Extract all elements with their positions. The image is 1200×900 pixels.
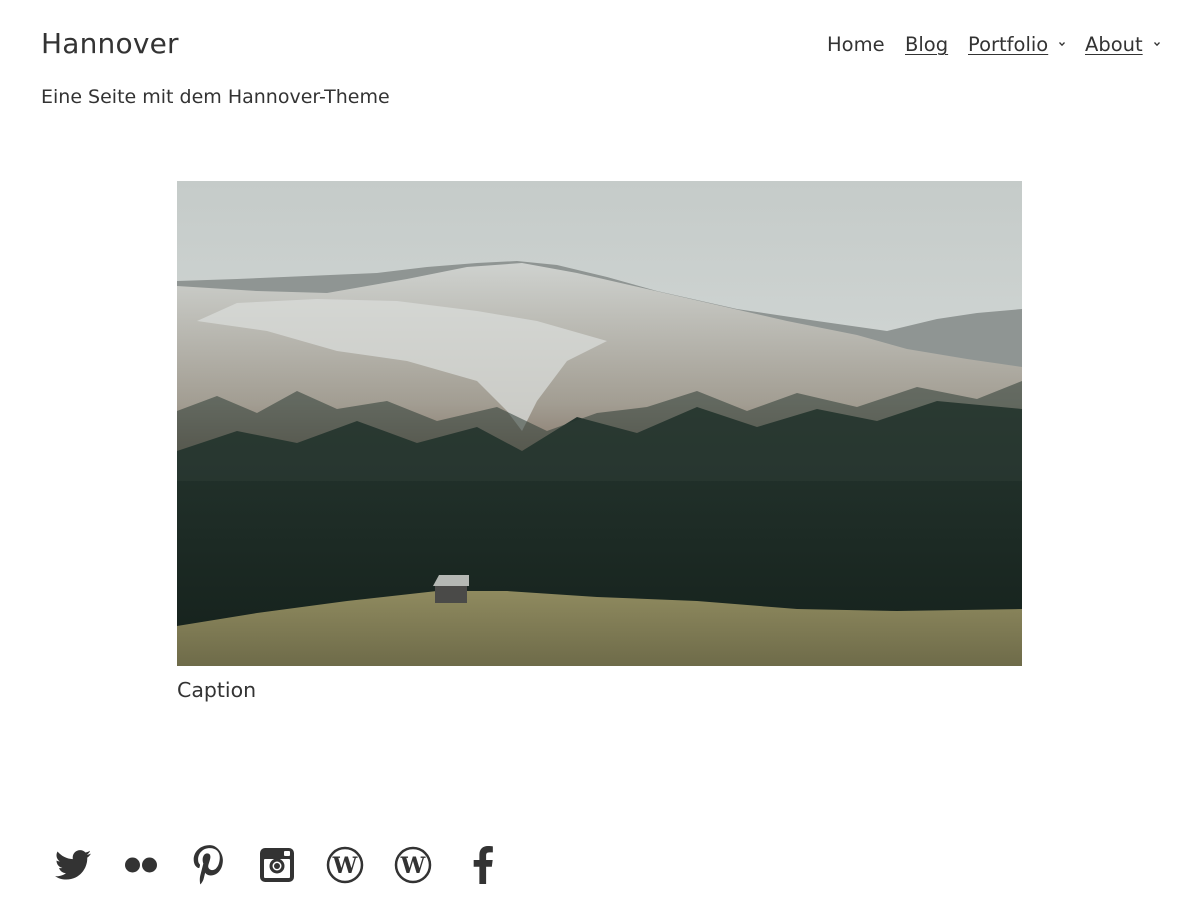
site-description: Eine Seite mit dem Hannover-Theme bbox=[41, 86, 390, 108]
nav-item-label: Blog bbox=[905, 33, 949, 56]
chevron-down-icon bbox=[1153, 42, 1160, 47]
chevron-down-icon bbox=[1059, 42, 1066, 47]
twitter-icon[interactable] bbox=[48, 840, 98, 890]
nav-item-portfolio[interactable]: Portfolio bbox=[968, 33, 1066, 56]
nav-item-home[interactable]: Home bbox=[827, 33, 885, 56]
nav-item-label: Home bbox=[827, 33, 885, 56]
instagram-icon[interactable] bbox=[252, 840, 302, 890]
nav-item-label: About bbox=[1085, 33, 1143, 56]
flickr-icon[interactable] bbox=[116, 840, 166, 890]
main-navigation: Home Blog Portfolio About bbox=[0, 33, 1200, 63]
wordpress-icon[interactable]: W bbox=[388, 840, 438, 890]
nav-item-blog[interactable]: Blog bbox=[905, 33, 948, 56]
nav-item-label: Portfolio bbox=[968, 33, 1049, 56]
image-caption: Caption bbox=[177, 678, 257, 702]
wordpress-icon[interactable]: W bbox=[320, 840, 370, 890]
site-header: Hannover Eine Seite mit dem Hannover-The… bbox=[0, 0, 1200, 130]
svg-text:W: W bbox=[400, 853, 426, 879]
svg-text:W: W bbox=[332, 853, 358, 879]
facebook-icon[interactable] bbox=[458, 840, 508, 890]
social-links: W W bbox=[48, 840, 528, 890]
pinterest-icon[interactable] bbox=[184, 840, 234, 890]
mountain-landscape-image bbox=[177, 181, 1022, 666]
nav-item-about[interactable]: About bbox=[1085, 33, 1160, 56]
